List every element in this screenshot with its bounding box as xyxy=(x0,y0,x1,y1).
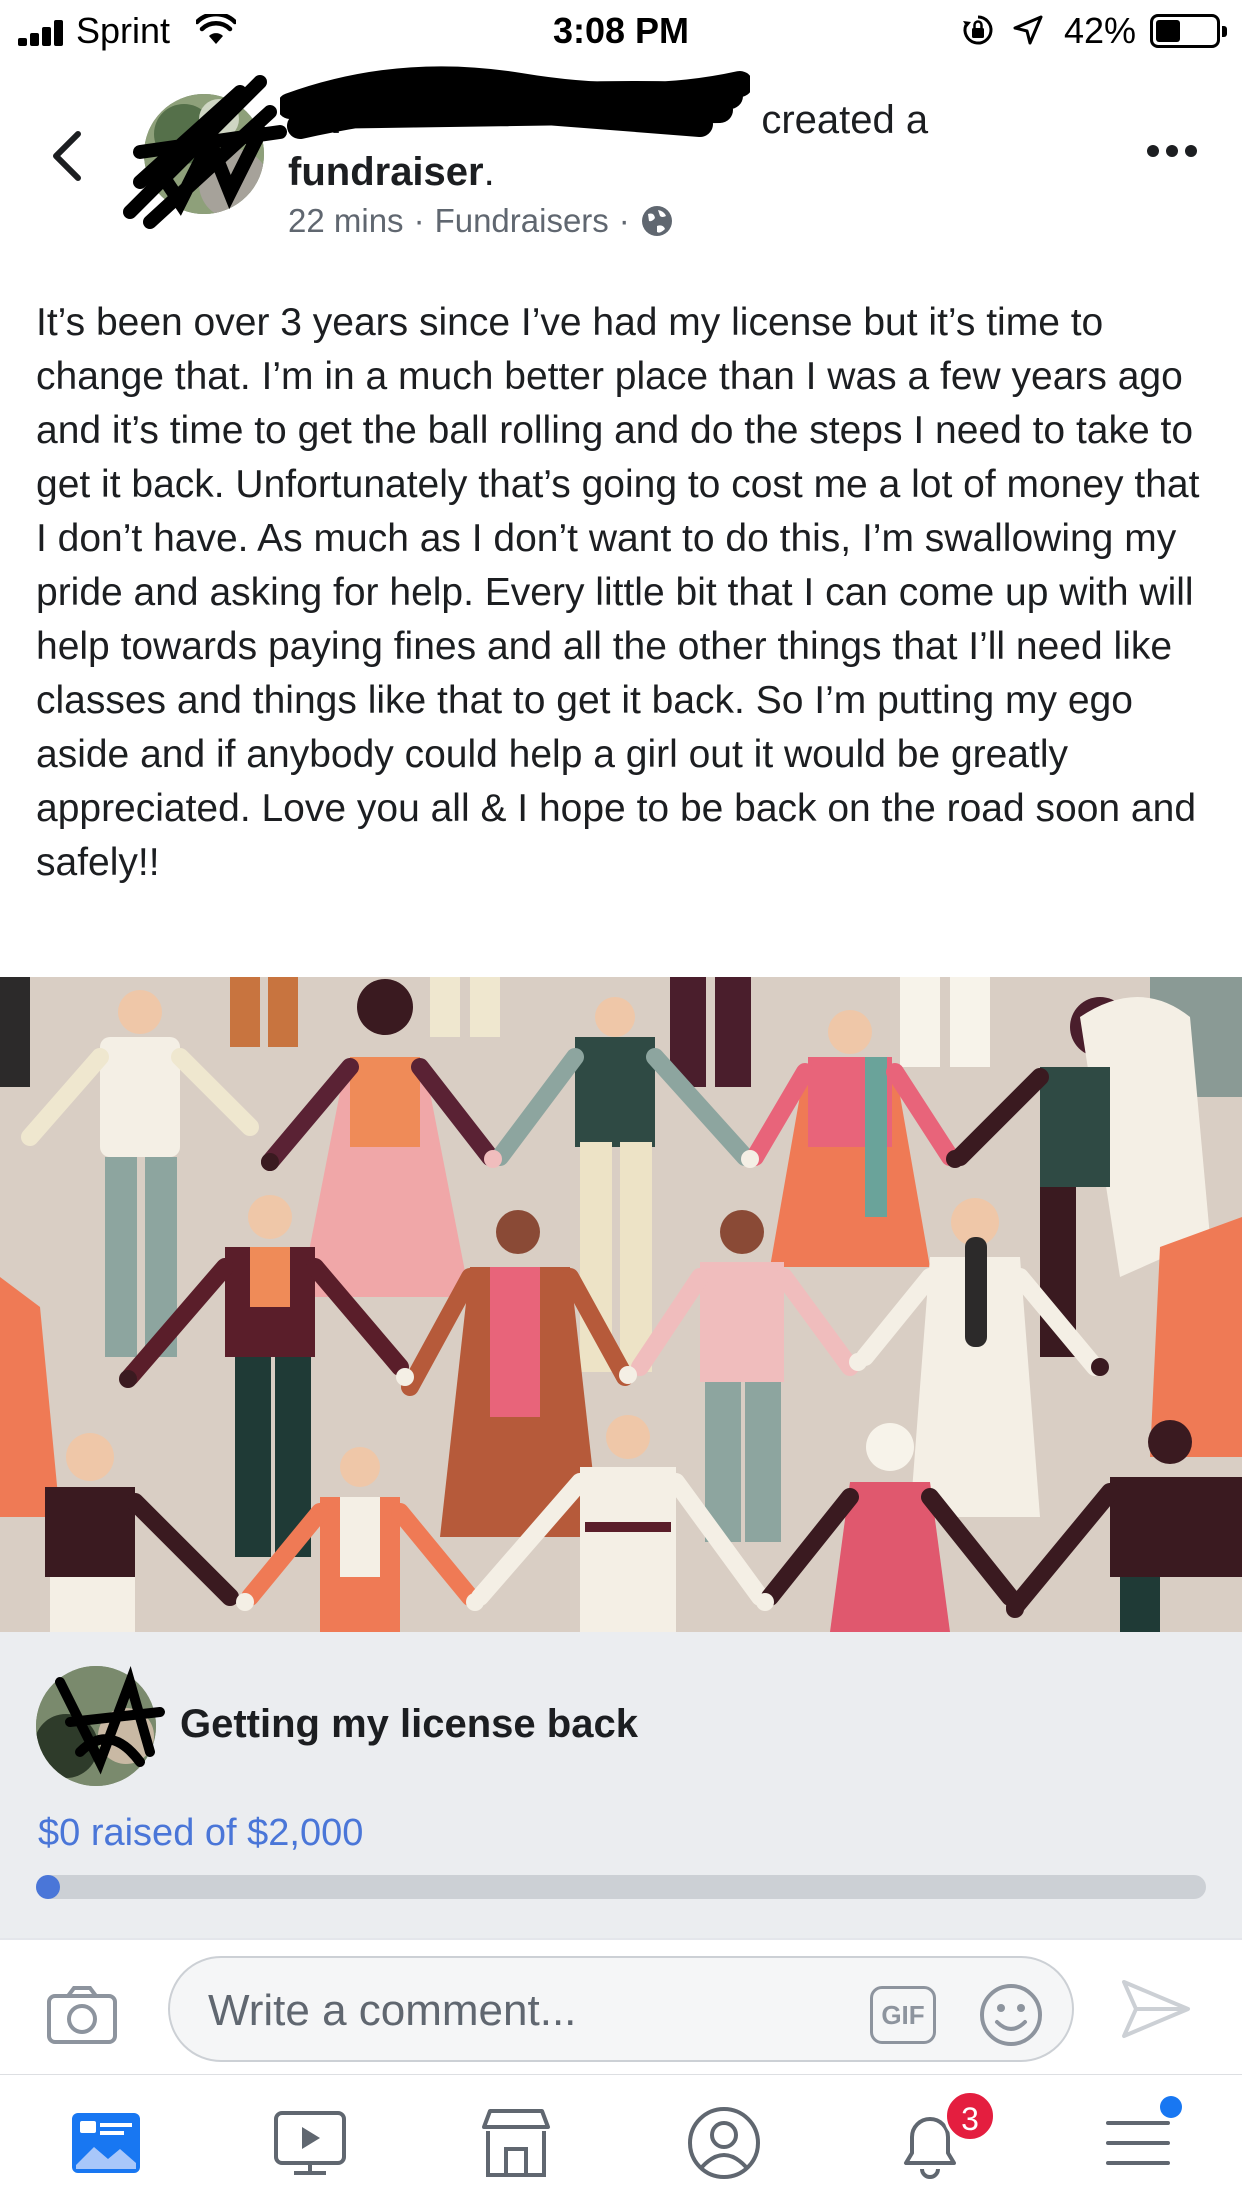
back-chevron-icon[interactable] xyxy=(50,130,84,182)
fundraiser-cover-image[interactable] xyxy=(0,977,1242,1632)
header-period: . xyxy=(483,150,495,194)
battery-percent: 42% xyxy=(1064,10,1137,51)
post-category[interactable]: Fundraisers xyxy=(435,202,609,240)
more-options-icon[interactable] xyxy=(1146,144,1198,158)
name-redaction xyxy=(280,66,750,139)
profile-icon[interactable] xyxy=(686,2105,762,2181)
clock: 3:08 PM xyxy=(552,10,690,51)
post-meta: 22 mins · Fundraisers · xyxy=(288,202,674,240)
tab-bar xyxy=(0,2074,1242,2208)
redaction-scribble xyxy=(123,75,287,229)
news-feed-icon[interactable] xyxy=(68,2105,144,2181)
watch-icon[interactable] xyxy=(272,2105,348,2181)
notification-badge: 3 xyxy=(944,2090,996,2142)
people-holding-hands-illustration xyxy=(0,977,1242,1632)
raised-amount: $0 raised of $2,000 xyxy=(38,1812,364,1854)
send-icon[interactable] xyxy=(1120,1976,1192,2042)
menu-update-dot xyxy=(1160,2096,1182,2118)
emoji-icon[interactable] xyxy=(978,1982,1044,2048)
meta-separator: · xyxy=(413,202,425,239)
battery-icon xyxy=(1150,14,1227,48)
gif-icon[interactable]: GIF xyxy=(870,1986,936,2044)
post-time[interactable]: 22 mins xyxy=(288,202,404,240)
meta-separator-2: · xyxy=(618,202,630,239)
marketplace-icon[interactable] xyxy=(478,2105,554,2181)
comment-input[interactable]: Write a comment... GIF xyxy=(168,1956,1074,2062)
orientation-lock-icon xyxy=(963,15,993,45)
status-bar: Sprint 3:08 PM 42% xyxy=(0,0,1242,62)
progress-bar-fill xyxy=(36,1875,60,1899)
fundraiser-card[interactable]: Getting my license back $0 raised of $2,… xyxy=(0,1632,1242,1938)
fundraiser-link[interactable]: fundraiser xyxy=(288,150,484,194)
fundraiser-title[interactable]: Getting my license back xyxy=(180,1702,638,1747)
camera-icon[interactable] xyxy=(46,1984,118,2046)
fundraiser-avatar-redaction xyxy=(55,1666,165,1775)
action-text: created a xyxy=(761,98,929,142)
post-body-text: It’s been over 3 years since I’ve had my… xyxy=(36,301,1200,884)
progress-bar xyxy=(36,1875,1206,1899)
comment-bar: Write a comment... GIF xyxy=(0,1938,1242,2074)
globe-icon xyxy=(641,206,672,236)
location-arrow-icon xyxy=(1013,15,1043,45)
comment-placeholder: Write a comment... xyxy=(208,1986,577,2035)
